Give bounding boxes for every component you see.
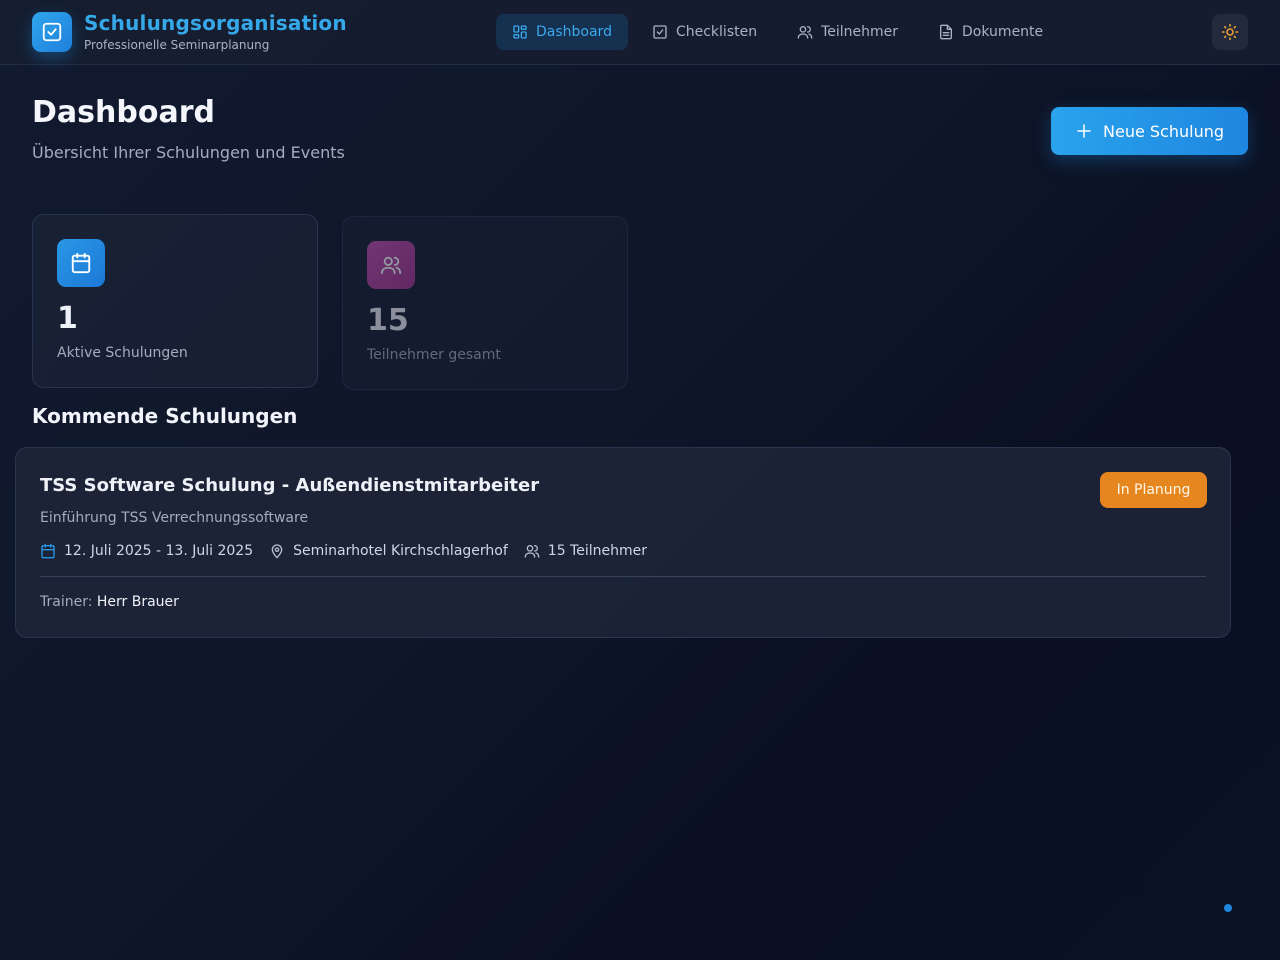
document-icon xyxy=(940,24,953,40)
nav-teilnehmer-label: Teilnehmer xyxy=(821,24,899,40)
event-dates: 12. Juli 2025 - 13. Juli 2025 xyxy=(40,543,253,559)
event-meta: 12. Juli 2025 - 13. Juli 2025 Seminarhot… xyxy=(40,541,663,561)
nav-dashboard[interactable]: Dashboard xyxy=(496,14,628,50)
map-pin-icon xyxy=(271,544,283,559)
event-participants-text: 15 Teilnehmer xyxy=(547,543,647,559)
status-badge: In Planung xyxy=(1100,472,1207,508)
top-navigation-bar: Schulungsorganisation Professionelle Sem… xyxy=(0,0,1280,65)
event-dates-text: 12. Juli 2025 - 13. Juli 2025 xyxy=(64,543,254,559)
status-indicator-dot xyxy=(1224,904,1232,912)
page-title: Dashboard xyxy=(32,95,215,130)
nav-checklisten-label: Checklisten xyxy=(675,24,758,40)
calendar-icon xyxy=(41,543,55,559)
checklist-icon xyxy=(653,25,667,39)
dashboard-icon xyxy=(513,25,527,39)
stat-value: 15 xyxy=(367,303,409,338)
users-icon xyxy=(524,545,540,558)
nav-checklisten[interactable]: Checklisten xyxy=(636,14,773,50)
stat-value: 1 xyxy=(57,301,78,336)
users-icon xyxy=(367,241,415,289)
divider xyxy=(40,576,1206,577)
sun-icon xyxy=(1221,23,1239,41)
new-training-button[interactable]: Neue Schulung xyxy=(1051,107,1248,155)
event-title: TSS Software Schulung - Außendienstmitar… xyxy=(40,475,540,496)
nav-teilnehmer[interactable]: Teilnehmer xyxy=(781,14,914,50)
stat-label: Teilnehmer gesamt xyxy=(367,347,501,363)
trainer-name: Herr Brauer xyxy=(96,594,179,610)
event-participants: 15 Teilnehmer xyxy=(524,543,647,559)
plus-icon xyxy=(1077,124,1091,138)
event-location-text: Seminarhotel Kirchschlagerhof xyxy=(293,543,508,559)
stat-card-active-trainings: 1 Aktive Schulungen xyxy=(32,214,318,388)
app-title: Schulungsorganisation xyxy=(84,11,347,35)
section-title-upcoming: Kommende Schulungen xyxy=(32,404,298,428)
nav-dokumente-label: Dokumente xyxy=(962,24,1044,40)
event-trainer: Trainer: Herr Brauer xyxy=(40,594,179,610)
users-icon xyxy=(797,26,813,39)
new-training-button-label: Neue Schulung xyxy=(1103,121,1224,141)
calendar-icon xyxy=(57,239,105,287)
nav-dokumente[interactable]: Dokumente xyxy=(922,14,1059,50)
stat-label: Aktive Schulungen xyxy=(57,345,188,361)
nav-dashboard-label: Dashboard xyxy=(536,24,612,40)
event-location: Seminarhotel Kirchschlagerhof xyxy=(269,543,508,559)
stat-card-participants: 15 Teilnehmer gesamt xyxy=(342,216,628,390)
theme-toggle-button[interactable] xyxy=(1212,14,1248,50)
page-subtitle: Übersicht Ihrer Schulungen und Events xyxy=(32,143,345,162)
main-nav: Dashboard Checklisten Teilnehmer Dokumen… xyxy=(496,14,1059,50)
app-subtitle: Professionelle Seminarplanung xyxy=(84,38,270,52)
event-card[interactable]: TSS Software Schulung - Außendienstmitar… xyxy=(15,447,1231,638)
trainer-label: Trainer: xyxy=(40,594,93,610)
event-description: Einführung TSS Verrechnungssoftware xyxy=(40,510,309,526)
checkbox-icon[interactable] xyxy=(32,12,72,52)
